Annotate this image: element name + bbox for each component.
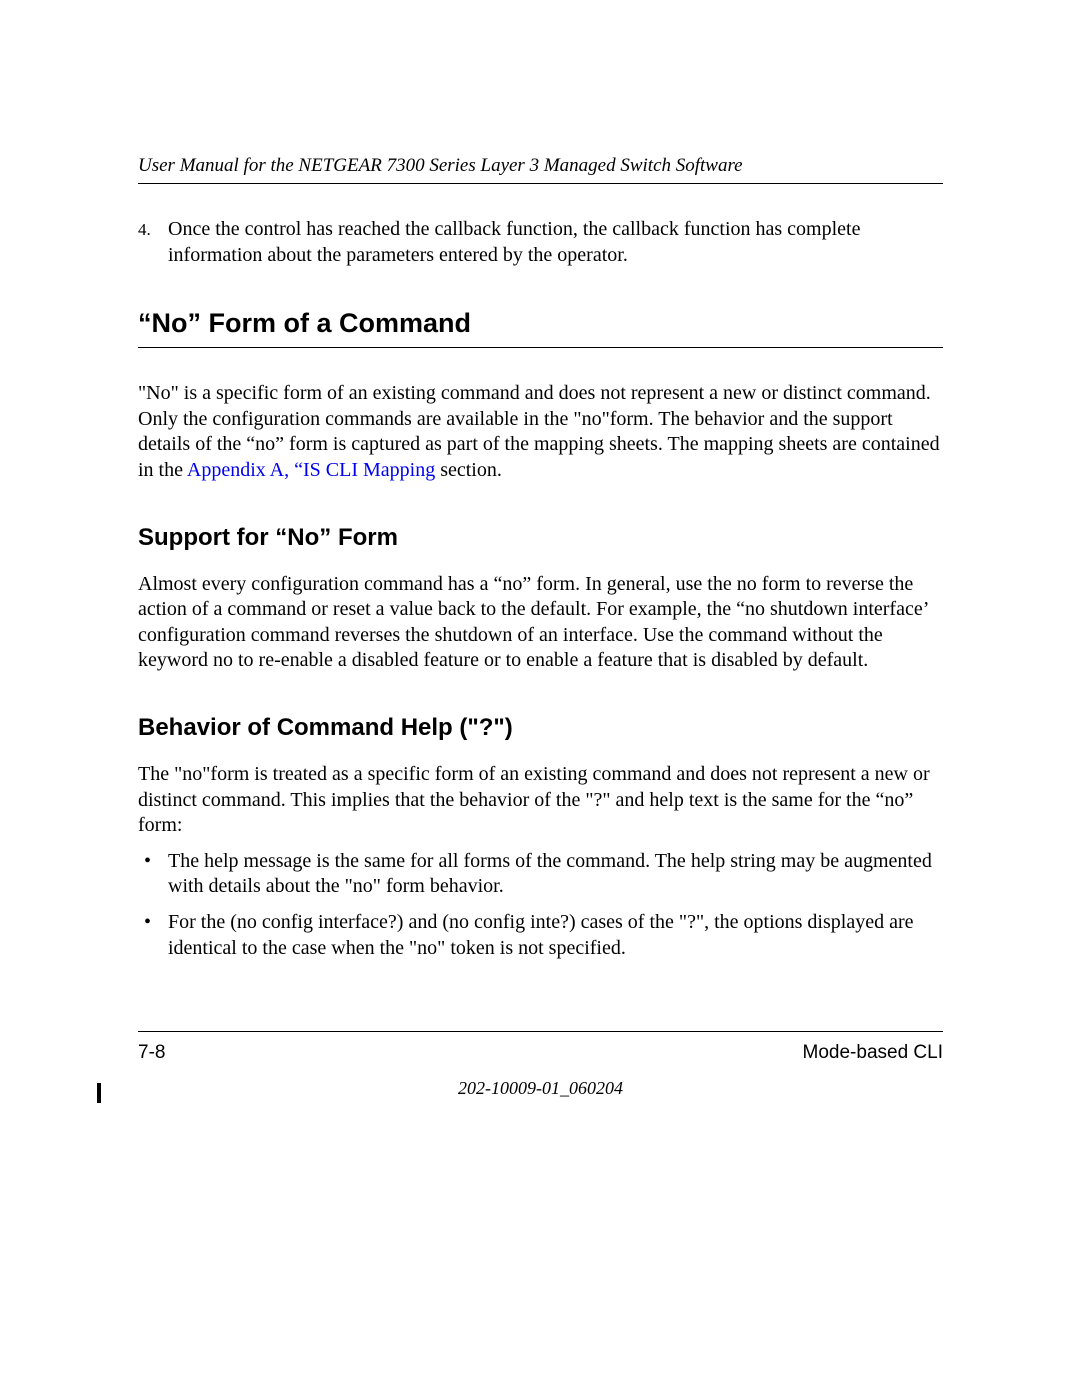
footer-row: 7-8 Mode-based CLI <box>138 1042 943 1064</box>
running-header: User Manual for the NETGEAR 7300 Series … <box>138 155 943 184</box>
bullet-icon: • <box>138 910 168 961</box>
ordered-list-item: 4. Once the control has reached the call… <box>138 217 943 268</box>
footer: 7-8 Mode-based CLI 202-10009-01_060204 <box>138 1031 943 1099</box>
paragraph: Almost every configuration command has a… <box>138 572 943 674</box>
page-body: User Manual for the NETGEAR 7300 Series … <box>138 0 943 1397</box>
bullet-icon: • <box>138 849 168 900</box>
heading-behavior-help: Behavior of Command Help ("?") <box>138 714 943 742</box>
text-span: section. <box>435 459 502 481</box>
bullet-item: • The help message is the same for all f… <box>138 849 943 900</box>
heading-support-no-form: Support for “No” Form <box>138 524 943 552</box>
paragraph: "No" is a specific form of an existing c… <box>138 381 943 483</box>
appendix-link[interactable]: Appendix A, “IS CLI Mapping <box>187 459 435 481</box>
bullet-text: The help message is the same for all for… <box>168 849 943 900</box>
bullet-item: • For the (no config interface?) and (no… <box>138 910 943 961</box>
document-number: 202-10009-01_060204 <box>138 1078 943 1099</box>
list-text: Once the control has reached the callbac… <box>168 217 943 268</box>
change-bar-icon <box>97 1083 101 1103</box>
paragraph: The "no"form is treated as a specific fo… <box>138 762 943 839</box>
page-number: 7-8 <box>138 1042 165 1064</box>
heading-no-form: “No” Form of a Command <box>138 308 943 348</box>
footer-rule <box>138 1031 943 1032</box>
list-number: 4. <box>138 217 168 268</box>
bullet-text: For the (no config interface?) and (no c… <box>168 910 943 961</box>
section-name: Mode-based CLI <box>803 1042 943 1064</box>
